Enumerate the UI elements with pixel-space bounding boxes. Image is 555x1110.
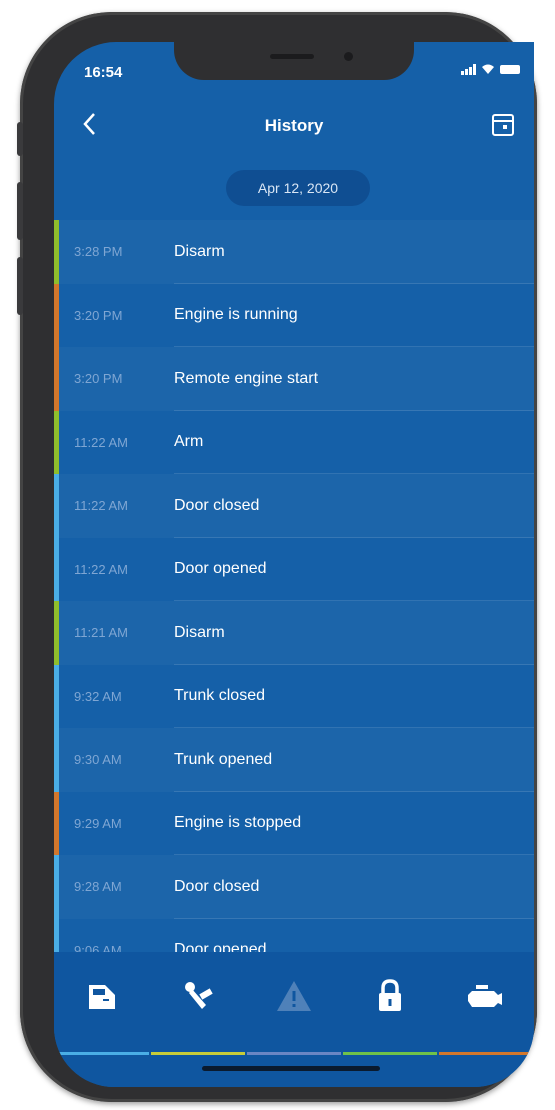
event-time: 11:22 AM bbox=[74, 561, 128, 577]
app-screen: 16:54 History Apr 12, 2020 3:28 PM Disarm… bbox=[54, 42, 534, 1087]
event-time: 9:32 AM bbox=[74, 688, 122, 704]
event-time: 11:21 AM bbox=[74, 625, 128, 641]
battery-icon bbox=[500, 65, 520, 74]
event-label: Engine is stopped bbox=[174, 814, 302, 832]
lock-icon bbox=[379, 979, 401, 1011]
event-category-bar bbox=[54, 664, 59, 728]
history-item[interactable]: 3:20 PM Remote engine start bbox=[54, 347, 534, 411]
status-time: 16:54 bbox=[84, 64, 123, 81]
event-label: Door closed bbox=[174, 496, 260, 514]
signal-icon bbox=[461, 64, 476, 75]
tab-alerts[interactable] bbox=[246, 964, 342, 1028]
tab-indicator-line bbox=[55, 1052, 149, 1055]
calendar-button[interactable] bbox=[492, 114, 514, 136]
event-label: Remote engine start bbox=[174, 369, 319, 387]
event-category-bar bbox=[54, 347, 59, 411]
history-item[interactable]: 11:21 AM Disarm bbox=[54, 601, 534, 665]
date-selector[interactable]: Apr 12, 2020 bbox=[226, 170, 370, 206]
event-label: Trunk opened bbox=[174, 750, 273, 768]
history-item[interactable]: 9:28 AM Door closed bbox=[54, 855, 534, 919]
engine-icon bbox=[468, 985, 502, 1007]
history-item[interactable]: 11:22 AM Door opened bbox=[54, 537, 534, 601]
tab-engine[interactable] bbox=[438, 964, 534, 1028]
event-time: 9:29 AM bbox=[74, 815, 122, 831]
history-item[interactable]: 9:29 AM Engine is stopped bbox=[54, 791, 534, 855]
event-category-bar bbox=[54, 220, 59, 284]
car-wrench-icon bbox=[185, 982, 213, 1009]
event-label: Trunk closed bbox=[174, 687, 265, 705]
history-item[interactable]: 11:22 AM Arm bbox=[54, 410, 534, 474]
event-category-bar bbox=[54, 474, 59, 538]
event-label: Engine is running bbox=[174, 306, 298, 324]
event-category-bar bbox=[54, 791, 59, 855]
volume-down-button bbox=[17, 257, 23, 315]
event-time: 11:22 AM bbox=[74, 498, 128, 514]
event-time: 9:28 AM bbox=[74, 879, 122, 895]
tab-bar bbox=[54, 952, 534, 1087]
event-time: 11:22 AM bbox=[74, 434, 128, 450]
home-indicator bbox=[202, 1066, 380, 1071]
status-icons bbox=[461, 64, 520, 75]
page-title: History bbox=[264, 116, 324, 135]
history-item[interactable]: 11:22 AM Door closed bbox=[54, 474, 534, 538]
tab-doors[interactable] bbox=[54, 964, 150, 1028]
event-category-bar bbox=[54, 855, 59, 919]
event-label: Door opened bbox=[174, 560, 267, 578]
event-time: 3:20 PM bbox=[74, 307, 123, 323]
history-item[interactable]: 3:28 PM Disarm bbox=[54, 220, 534, 284]
history-item[interactable]: 9:30 AM Trunk opened bbox=[54, 728, 534, 792]
tab-indicator-line bbox=[247, 1052, 341, 1055]
event-time: 9:30 AM bbox=[74, 752, 122, 768]
event-label: Door closed bbox=[174, 877, 260, 895]
car-door-icon bbox=[89, 985, 115, 1009]
volume-up-button bbox=[17, 182, 23, 240]
history-item[interactable]: 9:32 AM Trunk closed bbox=[54, 664, 534, 728]
tab-lock[interactable] bbox=[342, 964, 438, 1028]
tab-indicator-line bbox=[439, 1052, 533, 1055]
notch bbox=[174, 42, 414, 80]
event-label: Arm bbox=[174, 433, 204, 451]
tab-service[interactable] bbox=[150, 964, 246, 1028]
tab-indicator-line bbox=[343, 1052, 437, 1055]
event-label: Disarm bbox=[174, 242, 225, 260]
event-category-bar bbox=[54, 601, 59, 665]
history-item[interactable]: 3:20 PM Engine is running bbox=[54, 283, 534, 347]
event-label: Disarm bbox=[174, 623, 225, 641]
event-category-bar bbox=[54, 537, 59, 601]
history-list: 3:28 PM Disarm 3:20 PM Engine is running 3:2… bbox=[54, 220, 534, 982]
camera bbox=[344, 52, 353, 61]
event-category-bar bbox=[54, 728, 59, 792]
speaker bbox=[270, 54, 314, 59]
event-category-bar bbox=[54, 283, 59, 347]
event-time: 3:20 PM bbox=[74, 371, 123, 387]
warning-icon bbox=[277, 981, 311, 1011]
event-time: 3:28 PM bbox=[74, 244, 123, 260]
tab-indicator-line bbox=[151, 1052, 245, 1055]
event-category-bar bbox=[54, 410, 59, 474]
wifi-icon bbox=[482, 64, 494, 74]
mute-switch bbox=[17, 122, 23, 156]
header: History bbox=[54, 104, 534, 152]
